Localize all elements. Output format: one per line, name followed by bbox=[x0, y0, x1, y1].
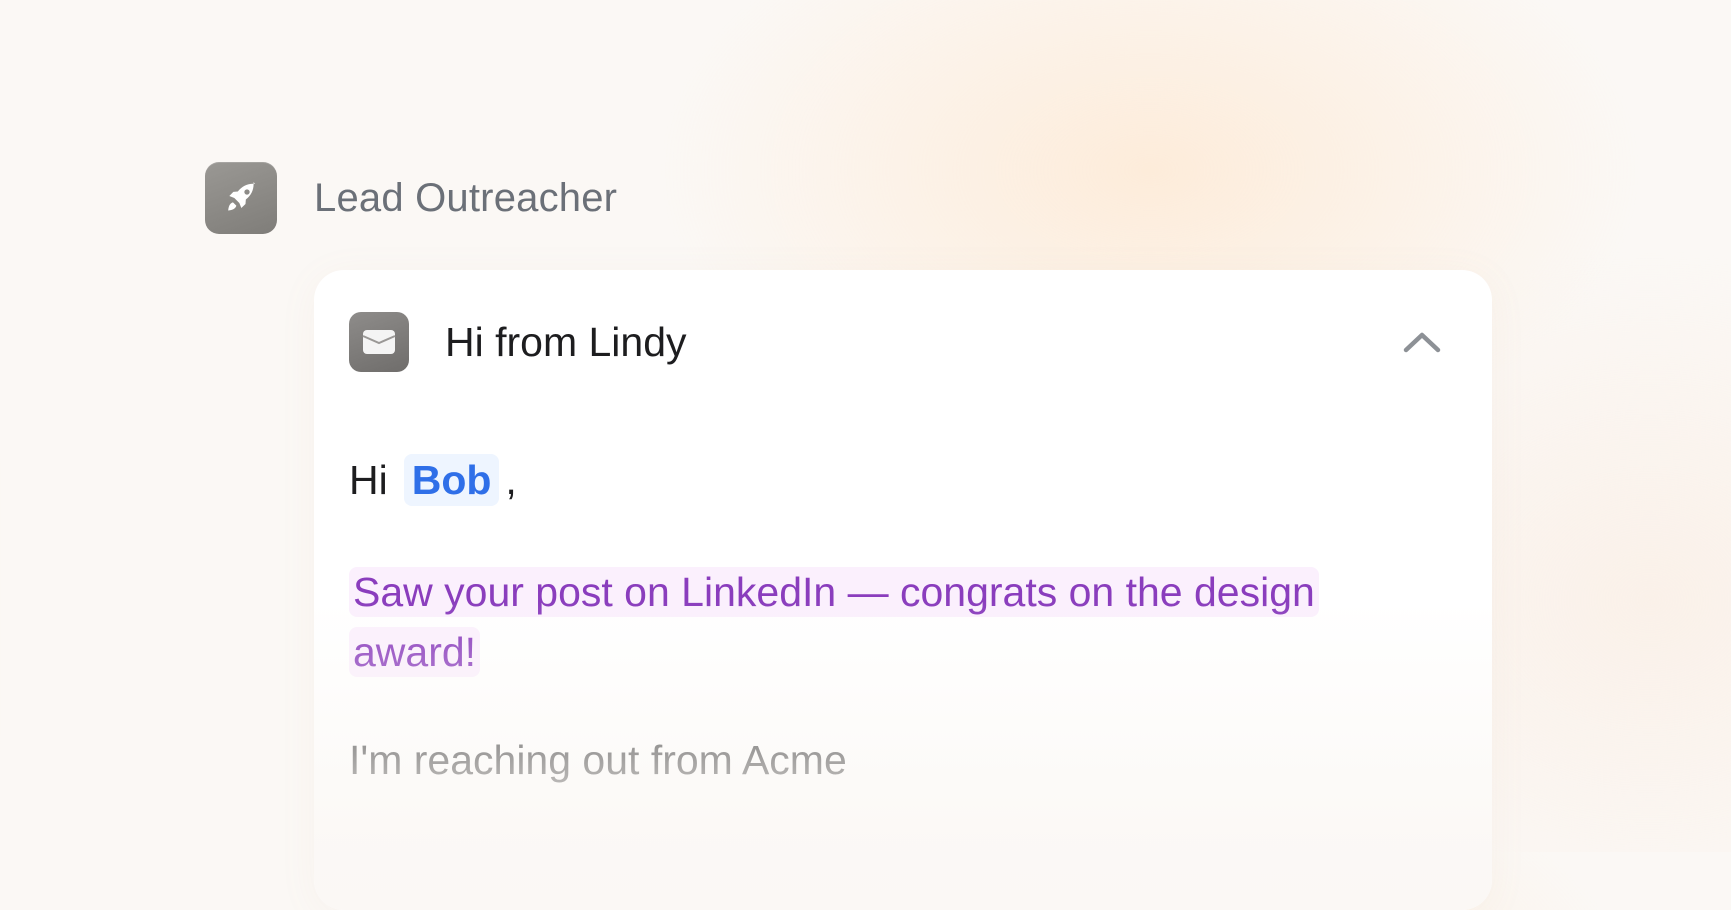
intro-line: I'm reaching out from Acme bbox=[349, 737, 847, 783]
personalized-line: Saw your post on LinkedIn — congrats on … bbox=[349, 562, 1429, 682]
envelope-icon bbox=[349, 312, 409, 372]
personalized-line-text[interactable]: Saw your post on LinkedIn — congrats on … bbox=[349, 567, 1319, 677]
greeting-suffix: , bbox=[505, 456, 517, 503]
email-card: Hi from Lindy Hi Bob , Saw your post on … bbox=[314, 270, 1492, 910]
chevron-up-icon[interactable] bbox=[1392, 312, 1452, 372]
email-subject: Hi from Lindy bbox=[445, 318, 687, 365]
recipient-variable-chip[interactable]: Bob bbox=[403, 454, 500, 506]
rocket-icon bbox=[205, 162, 277, 234]
email-body: Hi Bob , Saw your post on LinkedIn — con… bbox=[349, 450, 1459, 790]
agent-name: Lead Outreacher bbox=[314, 175, 618, 220]
greeting-text: Hi bbox=[349, 456, 388, 503]
email-card-header[interactable]: Hi from Lindy bbox=[349, 312, 1452, 372]
greeting-line: Hi Bob , bbox=[349, 450, 1459, 510]
agent-header: Lead Outreacher bbox=[205, 162, 617, 234]
